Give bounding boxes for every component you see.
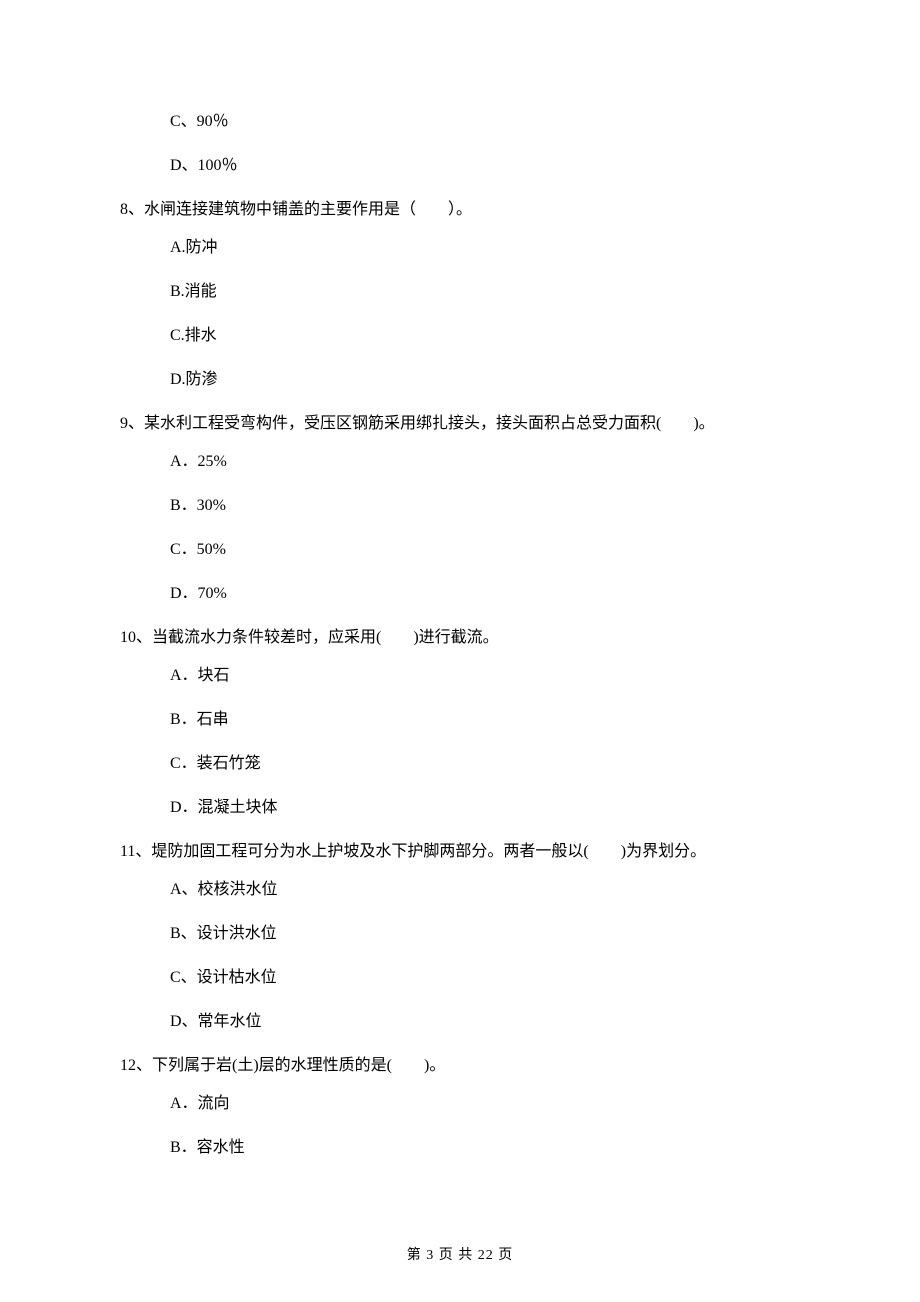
question-number: 11、	[120, 843, 151, 860]
option-b: B．石串	[170, 708, 800, 732]
option-d: D．70%	[170, 582, 800, 606]
page-number: 第 3 页 共 22 页	[0, 1245, 920, 1266]
question-options: A、校核洪水位 B、设计洪水位 C、设计枯水位 D、常年水位	[120, 878, 800, 1034]
orphan-options: C、90％ D、100％	[120, 110, 800, 178]
question-text: 12、下列属于岩(土)层的水理性质的是( )。	[120, 1054, 800, 1078]
question-options: A．流向 B．容水性	[120, 1092, 800, 1160]
question-9: 9、某水利工程受弯构件，受压区钢筋采用绑扎接头，接头面积占总受力面积( )。 A…	[120, 412, 800, 606]
question-text: 9、某水利工程受弯构件，受压区钢筋采用绑扎接头，接头面积占总受力面积( )。	[120, 412, 800, 436]
option-d: D、100％	[170, 154, 800, 178]
question-number: 12、	[120, 1057, 152, 1074]
option-b: B、设计洪水位	[170, 922, 800, 946]
question-8: 8、水闸连接建筑物中铺盖的主要作用是（ ）。 A.防冲 B.消能 C.排水 D.…	[120, 198, 800, 392]
option-c: C、设计枯水位	[170, 966, 800, 990]
option-d: D、常年水位	[170, 1010, 800, 1034]
exam-page: C、90％ D、100％ 8、水闸连接建筑物中铺盖的主要作用是（ ）。 A.防冲…	[0, 0, 920, 1302]
option-c: C、90％	[170, 110, 800, 134]
question-text: 11、堤防加固工程可分为水上护坡及水下护脚两部分。两者一般以( )为界划分。	[120, 840, 800, 864]
option-d: D．混凝土块体	[170, 796, 800, 820]
question-text: 10、当截流水力条件较差时，应采用( )进行截流。	[120, 626, 800, 650]
question-options: A.防冲 B.消能 C.排水 D.防渗	[120, 236, 800, 392]
question-body: 堤防加固工程可分为水上护坡及水下护脚两部分。两者一般以( )为界划分。	[151, 843, 706, 860]
question-body: 当截流水力条件较差时，应采用( )进行截流。	[152, 629, 499, 646]
question-options: A．25% B．30% C．50% D．70%	[120, 450, 800, 606]
question-11: 11、堤防加固工程可分为水上护坡及水下护脚两部分。两者一般以( )为界划分。 A…	[120, 840, 800, 1034]
question-body: 下列属于岩(土)层的水理性质的是( )。	[152, 1057, 445, 1074]
option-b: B．30%	[170, 494, 800, 518]
option-c: C．装石竹笼	[170, 752, 800, 776]
question-number: 10、	[120, 629, 152, 646]
question-options: A．块石 B．石串 C．装石竹笼 D．混凝土块体	[120, 664, 800, 820]
question-body: 水闸连接建筑物中铺盖的主要作用是（ ）。	[144, 201, 472, 218]
option-b: B．容水性	[170, 1136, 800, 1160]
option-a: A、校核洪水位	[170, 878, 800, 902]
option-a: A．25%	[170, 450, 800, 474]
question-text: 8、水闸连接建筑物中铺盖的主要作用是（ ）。	[120, 198, 800, 222]
question-body: 某水利工程受弯构件，受压区钢筋采用绑扎接头，接头面积占总受力面积( )。	[144, 415, 715, 432]
question-number: 9、	[120, 415, 144, 432]
option-a: A．流向	[170, 1092, 800, 1116]
question-12: 12、下列属于岩(土)层的水理性质的是( )。 A．流向 B．容水性	[120, 1054, 800, 1160]
option-d: D.防渗	[170, 368, 800, 392]
option-a: A．块石	[170, 664, 800, 688]
option-c: C.排水	[170, 324, 800, 348]
option-a: A.防冲	[170, 236, 800, 260]
question-10: 10、当截流水力条件较差时，应采用( )进行截流。 A．块石 B．石串 C．装石…	[120, 626, 800, 820]
question-number: 8、	[120, 201, 144, 218]
option-b: B.消能	[170, 280, 800, 304]
option-c: C．50%	[170, 538, 800, 562]
